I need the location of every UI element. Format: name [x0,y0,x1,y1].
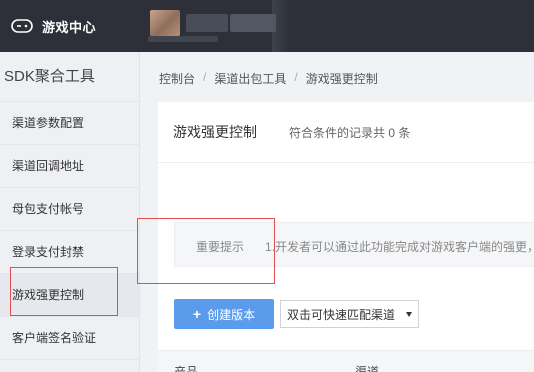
breadcrumb-channel-tool[interactable]: 渠道出包工具 [214,70,286,87]
breadcrumb-separator: / [294,70,298,84]
brand[interactable]: 游戏中心 [10,0,96,52]
column-header-channel: 渠道 [355,365,380,372]
notice-box: 重要提示 1.开发者可以通过此功能完成对游戏客户端的强更， [174,222,534,267]
breadcrumb-console[interactable]: 控制台 [159,70,195,87]
top-bar: 游戏中心 [0,0,534,52]
caret-down-icon [406,312,412,317]
page-title: 游戏强更控制 [173,124,257,140]
create-version-button[interactable]: + 创建版本 [174,299,274,329]
sidebar: SDK聚合工具 渠道参数配置 渠道回调地址 母包支付帐号 登录支付封禁 游戏强更… [0,52,140,372]
channel-select[interactable]: 双击可快速匹配渠道 [280,300,419,328]
channel-select-value: 双击可快速匹配渠道 [287,307,396,322]
divider [158,162,534,163]
account-name [230,14,276,32]
account-menu[interactable] [272,0,290,52]
sidebar-item-channel-params[interactable]: 渠道参数配置 [0,102,139,145]
sidebar-item-login-payment-ban[interactable]: 登录支付封禁 [0,231,139,274]
sidebar-item-force-update[interactable]: 游戏强更控制 [0,274,139,317]
main-content: 控制台 / 渠道出包工具 / 游戏强更控制 游戏强更控制 符合条件的记录共 0 … [140,52,534,372]
plus-icon: + [192,306,202,322]
notice-text: 1.开发者可以通过此功能完成对游戏客户端的强更， [265,240,534,254]
record-count: 符合条件的记录共 0 条 [289,126,411,140]
account-name [186,14,228,32]
create-version-label: 创建版本 [207,307,256,322]
sidebar-title: SDK聚合工具 [0,52,139,102]
brand-label: 游戏中心 [42,19,97,35]
table-header: 产品 渠道 [158,350,534,372]
breadcrumb-separator: / [203,70,207,84]
avatar[interactable] [150,10,180,36]
sidebar-item-parent-payment-account[interactable]: 母包支付帐号 [0,188,139,231]
content-card: 游戏强更控制 符合条件的记录共 0 条 重要提示 1.开发者可以通过此功能完成对… [158,102,534,372]
breadcrumb-current: 游戏强更控制 [305,72,378,86]
sidebar-item-client-signature[interactable]: 客户端签名验证 [0,317,139,360]
gamepad-icon [11,19,33,33]
account-name [148,36,218,42]
sidebar-item-channel-callback[interactable]: 渠道回调地址 [0,145,139,188]
notice-label: 重要提示 [196,240,245,254]
column-header-product: 产品 [174,365,199,372]
breadcrumb: 控制台 / 渠道出包工具 / 游戏强更控制 [159,70,378,87]
